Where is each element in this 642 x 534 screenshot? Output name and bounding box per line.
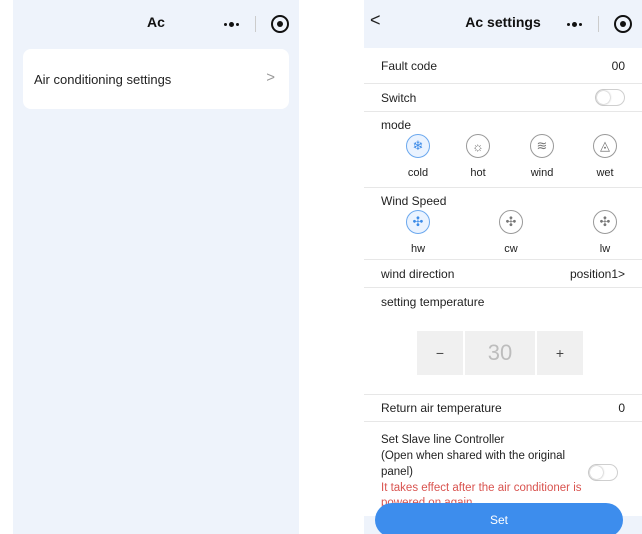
mode-row: mode ❄ cold ☼ hot ≋ wind ◬ wet [364,112,642,188]
mode-label: mode [381,118,412,132]
power-switch[interactable] [595,89,625,106]
mode-option-wind[interactable]: ≋ wind [522,134,562,179]
wind-direction-value: position1> [569,266,625,281]
snowflake-icon: ❄ [406,134,430,158]
sun-icon: ☼ [466,134,490,158]
hint-line-1: It takes effect after the air conditione… [381,482,582,494]
mode-option-wet[interactable]: ◬ wet [585,134,625,179]
capsule-divider [255,16,256,32]
droplet-icon: ◬ [593,134,617,158]
slave-line-2: (Open when shared with the original [381,450,566,462]
wind-speed-label-lw: lw [599,243,611,255]
decrease-temp-button[interactable]: − [417,331,463,375]
left-screen: Ac Air conditioning settings > [13,0,299,534]
wind-speed-label: Wind Speed [381,194,447,208]
wind-speed-option-hw[interactable]: ✣ hw [398,210,438,255]
return-air-value: 0 [618,401,625,415]
increase-temp-button[interactable]: + [537,331,583,375]
temperature-stepper: − 30 + [417,331,583,375]
ac-settings-item[interactable]: Air conditioning settings > [23,49,289,109]
chevron-right-icon: > [266,69,275,86]
slave-controller-row: Set Slave line Controller (Open when sha… [364,422,642,516]
fan-icon: ✣ [593,210,617,234]
mode-label-cold: cold [407,167,429,179]
temperature-value: 30 [465,331,535,375]
slave-controller-text: Set Slave line Controller (Open when sha… [381,432,581,480]
set-button[interactable]: Set [375,503,623,534]
menu-capsule [556,10,636,38]
mode-label-hot: hot [470,167,486,179]
slave-line-1: Set Slave line Controller [381,434,505,446]
close-miniprogram-icon[interactable] [271,15,289,33]
fan-icon: ✣ [499,210,523,234]
nav-bar: < Ac settings [364,0,642,48]
close-miniprogram-icon[interactable] [614,15,632,33]
capsule-divider [598,16,599,32]
mode-label-wind: wind [530,167,554,179]
mode-option-hot[interactable]: ☼ hot [458,134,498,179]
wind-direction-label: wind direction [381,266,455,281]
slave-line-3: panel) [381,466,413,478]
fan-icon: ✣ [406,210,430,234]
fault-code-row: Fault code 00 [364,48,642,84]
wind-speed-label-cw: cw [504,243,518,255]
fault-code-value: 00 [611,58,625,73]
more-icon[interactable] [560,12,588,36]
switch-row: Switch [364,84,642,112]
fault-code-label: Fault code [381,58,438,73]
switch-label: Switch [381,90,417,105]
menu-capsule [213,10,293,38]
wind-speed-option-lw[interactable]: ✣ lw [585,210,625,255]
mode-label-wet: wet [596,167,614,179]
setting-temperature-label: setting temperature [381,295,485,309]
mode-option-cold[interactable]: ❄ cold [398,134,438,179]
slave-controller-switch[interactable] [588,464,618,481]
return-air-row: Return air temperature 0 [364,395,642,422]
more-icon[interactable] [217,12,245,36]
wind-speed-option-cw[interactable]: ✣ cw [491,210,531,255]
ac-settings-label: Air conditioning settings [34,71,172,87]
return-air-label: Return air temperature [381,401,502,415]
settings-panel: Fault code 00 Switch mode ❄ cold ☼ hot ≋… [364,48,642,516]
nav-bar: Ac [13,0,299,48]
wind-icon: ≋ [530,134,554,158]
setting-temperature-row: setting temperature − 30 + [364,288,642,395]
right-screen: < Ac settings Fault code 00 Switch mode … [364,0,642,534]
wind-direction-row[interactable]: wind direction position1> [364,260,642,288]
wind-speed-label-hw: hw [410,243,426,255]
wind-speed-row: Wind Speed ✣ hw ✣ cw ✣ lw [364,188,642,260]
